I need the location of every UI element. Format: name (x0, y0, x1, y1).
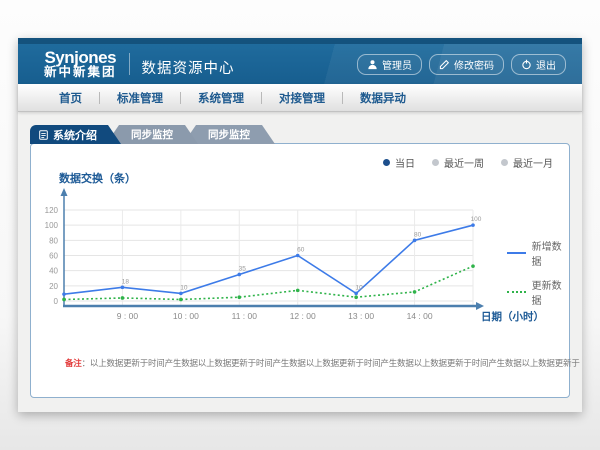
filter-last-month-label: 最近一月 (513, 155, 553, 170)
x-axis-arrow-icon (476, 302, 484, 310)
data-point (62, 298, 66, 302)
power-icon (521, 59, 532, 70)
x-tick-label: 14 : 00 (407, 311, 433, 321)
data-point (471, 223, 475, 227)
radio-unselected-icon (501, 159, 508, 166)
dotted-line-swatch-icon (507, 291, 526, 293)
logout-button[interactable]: 退出 (511, 54, 566, 75)
data-point (413, 290, 417, 294)
filter-last-month[interactable]: 最近一月 (501, 155, 553, 170)
legend-update-data-label: 更新数据 (532, 277, 569, 307)
data-point (121, 296, 125, 300)
data-point-label: 10 (356, 284, 364, 291)
y-tick-label: 120 (45, 206, 59, 215)
tab-system-intro-label: 系统介绍 (53, 127, 97, 143)
user-icon (367, 59, 378, 70)
header-actions: 管理员 修改密码 退出 (357, 54, 566, 75)
tab-system-intro[interactable]: 系统介绍 (30, 125, 121, 144)
filter-today[interactable]: 当日 (383, 155, 415, 170)
data-point-label: 100 (471, 216, 482, 223)
main-nav: 首页 标准管理 系统管理 对接管理 数据异动 (18, 84, 582, 112)
data-point (354, 295, 358, 299)
data-point-label: 35 (239, 265, 247, 272)
nav-item-home[interactable]: 首页 (42, 90, 99, 106)
data-point-label: 18 (122, 278, 130, 285)
brand-logo: Synjones 新中新集团 (44, 49, 117, 80)
chart-panel: 当日 最近一周 最近一月 数据交换（条） 0204060801001209 : … (30, 143, 570, 398)
data-point (413, 239, 417, 243)
legend-item-update-data[interactable]: 更新数据 (507, 277, 569, 307)
data-point (296, 254, 300, 258)
data-point (179, 298, 183, 302)
y-tick-label: 0 (54, 297, 59, 306)
y-axis-arrow-icon (61, 188, 68, 196)
nav-item-system-mgmt[interactable]: 系统管理 (181, 90, 261, 106)
radio-selected-icon (383, 159, 390, 166)
filter-last-week-label: 最近一周 (444, 155, 484, 170)
data-point (296, 289, 300, 293)
x-tick-label: 12 : 00 (290, 311, 316, 321)
user-button-label: 管理员 (382, 57, 412, 72)
legend-item-new-data[interactable]: 新增数据 (507, 238, 569, 268)
data-point (121, 286, 125, 290)
radio-unselected-icon (432, 159, 439, 166)
nav-item-interface-mgmt[interactable]: 对接管理 (262, 90, 342, 106)
line-chart: 0 20 40 60 80 100 120 9 : 00 10 : 00 11 : 00 12 : … (31, 184, 571, 326)
x-tick-label: 9 : 00 (117, 311, 139, 321)
nav-item-standard-mgmt[interactable]: 标准管理 (100, 90, 180, 106)
y-tick-label: 60 (49, 252, 58, 261)
x-tick-label: 11 : 00 (232, 311, 258, 321)
tab-sync-monitor-2[interactable]: 同步监控 (183, 125, 275, 144)
edit-icon (439, 59, 450, 70)
y-tick-label: 100 (45, 221, 59, 230)
page-title: 数据资源中心 (142, 57, 235, 78)
x-tick-label: 13 : 00 (348, 311, 374, 321)
brand-logo-subtitle: 新中新集团 (44, 66, 117, 79)
brand-divider (129, 53, 130, 75)
tab-bar: 系统介绍 同步监控 同步监控 (30, 125, 275, 144)
series-legend: 新增数据 更新数据 (507, 238, 569, 307)
footnote-label: 备注 (65, 358, 82, 368)
tab-sync-monitor-1[interactable]: 同步监控 (106, 125, 198, 144)
data-point (471, 264, 475, 268)
filter-today-label: 当日 (395, 155, 415, 170)
y-tick-label: 20 (49, 282, 58, 291)
data-point (237, 273, 241, 277)
data-point-label: 60 (297, 247, 305, 254)
tab-sync-monitor-1-label: 同步监控 (131, 127, 173, 142)
brand-logo-title: Synjones (44, 49, 117, 67)
user-button[interactable]: 管理员 (357, 54, 422, 75)
x-axis-title: 日期（小时） (481, 310, 544, 323)
data-point-label: 10 (180, 284, 188, 291)
range-filter-group: 当日 最近一周 最近一月 (383, 155, 553, 170)
data-point (62, 292, 66, 296)
legend-new-data-label: 新增数据 (532, 238, 569, 268)
change-password-button-label: 修改密码 (454, 57, 494, 72)
header-bar: Synjones 新中新集团 数据资源中心 管理员 修改密码 (18, 44, 582, 84)
data-point-label: 80 (414, 231, 422, 238)
filter-last-week[interactable]: 最近一周 (432, 155, 484, 170)
solid-line-swatch-icon (507, 252, 526, 254)
change-password-button[interactable]: 修改密码 (429, 54, 504, 75)
data-point (179, 292, 183, 296)
tab-sync-monitor-2-label: 同步监控 (208, 127, 250, 142)
data-point (354, 292, 358, 296)
logout-button-label: 退出 (536, 57, 556, 72)
nav-item-data-change[interactable]: 数据异动 (343, 90, 423, 106)
footnote: 备注：以上数据更新于时间产生数据以上数据更新于时间产生数据以上数据更新于时间产生… (65, 357, 580, 369)
x-tick-label: 10 : 00 (173, 311, 199, 321)
y-tick-label: 80 (49, 236, 58, 245)
footnote-text: ：以上数据更新于时间产生数据以上数据更新于时间产生数据以上数据更新于时间产生数据… (82, 358, 580, 368)
app-window: Synjones 新中新集团 数据资源中心 管理员 修改密码 (18, 38, 582, 412)
data-point (237, 295, 241, 299)
document-icon (39, 130, 48, 140)
y-tick-label: 40 (49, 267, 58, 276)
